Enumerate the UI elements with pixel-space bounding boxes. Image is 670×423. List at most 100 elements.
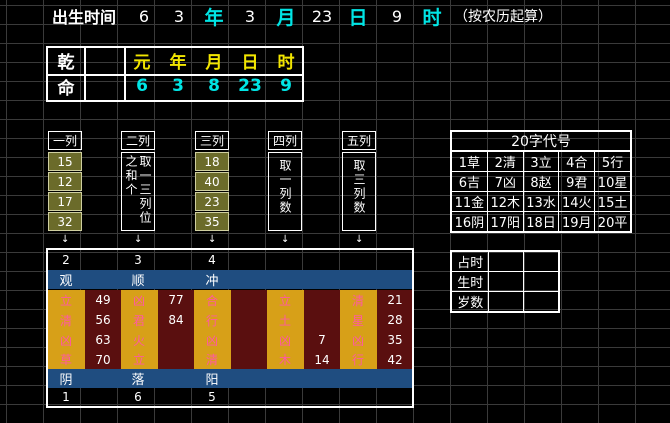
code-cell: 16阴 <box>450 211 488 233</box>
side-table: 占时 生时 岁数 <box>450 250 560 313</box>
col2-text: 取一三列位之和个 <box>124 155 152 225</box>
value-year: 3 <box>172 76 184 96</box>
cell-char: 凶 <box>132 293 145 308</box>
cell-char: 凶 <box>351 333 364 348</box>
birth-time-label: 出生时间 <box>51 8 116 27</box>
bottom-label: 阳 <box>205 373 219 388</box>
side-label: 岁数 <box>450 291 490 313</box>
cell-char: 立 <box>278 293 291 308</box>
hour-input[interactable]: 23 <box>306 5 338 27</box>
cell-char: 土 <box>278 313 291 328</box>
result-grid: 2 3 4 观 顺 冲 立 49 凶 77 合 立 清 21 清 56 君 84… <box>46 248 414 408</box>
value-yuan: 6 <box>136 76 148 96</box>
down-arrow-icon: ↓ <box>208 234 217 245</box>
header-yuan: 元 <box>133 52 151 73</box>
year-value[interactable]: 6 <box>130 5 158 27</box>
value-hour: 9 <box>280 76 292 96</box>
bottom-number: 5 <box>208 390 216 404</box>
code-cell: 20平 <box>594 211 632 233</box>
col5-text: 取三列数 <box>352 159 366 215</box>
cell-char: 立 <box>132 353 145 367</box>
top-label: 顺 <box>131 274 145 289</box>
cell-number: 84 <box>168 313 184 327</box>
code-cell: 19月 <box>558 211 596 233</box>
top-label: 冲 <box>205 274 219 289</box>
code-cell: 11金 <box>450 191 488 212</box>
year-unit: 年 <box>204 6 224 29</box>
col4-box: 取一列数 <box>268 152 302 231</box>
cell-number: 35 <box>387 333 403 347</box>
hour-unit: 时 <box>422 6 442 29</box>
cell-char: 君 <box>132 313 145 328</box>
top-number: 4 <box>208 253 216 267</box>
cell-char: 木 <box>278 353 291 367</box>
side-value[interactable] <box>488 291 525 313</box>
month-unit: 月 <box>276 6 296 29</box>
day-value[interactable]: 3 <box>236 5 264 27</box>
code-cell: 12木 <box>486 191 524 212</box>
cell-char: 凶 <box>205 333 218 348</box>
month-value[interactable]: 3 <box>165 5 193 27</box>
cell-number: 70 <box>95 352 111 367</box>
down-arrow-icon: ↓ <box>355 234 364 245</box>
bottom-label: 阴 <box>59 373 73 388</box>
code-cell: 17阳 <box>486 211 524 233</box>
side-label: 占时 <box>450 250 490 272</box>
col3-value: 35 <box>195 212 229 231</box>
col3-value: 18 <box>195 152 229 171</box>
top-label: 观 <box>59 274 73 289</box>
bottom-number: 6 <box>134 390 142 404</box>
col4-label: 四列 <box>268 131 302 150</box>
cell-char: 火 <box>132 333 145 348</box>
ming-title: 命 <box>57 78 75 99</box>
col1-label: 一列 <box>48 131 82 150</box>
side-value[interactable] <box>488 271 525 292</box>
side-value[interactable] <box>523 271 560 292</box>
code-cell: 7凶 <box>486 171 524 192</box>
header-year: 年 <box>169 52 187 73</box>
cell-number: 63 <box>95 333 111 347</box>
col2-box: 取一三列位之和个 <box>121 152 155 231</box>
code-table-title: 20字代号 <box>450 130 632 150</box>
value-month: 8 <box>208 76 220 96</box>
code-cell: 5行 <box>594 150 632 172</box>
code-cell: 2清 <box>486 150 524 172</box>
lunar-note: （按农历起算） <box>454 9 552 25</box>
code-cell: 15土 <box>594 191 632 212</box>
col1-value: 12 <box>48 172 82 191</box>
col2-label: 二列 <box>121 131 155 150</box>
side-value[interactable] <box>488 250 525 272</box>
code-table: 1草 2清 3立 4合 5行 6吉 7凶 8赵 9君 10星 11金 12木 1… <box>450 150 632 233</box>
cell-char: 草 <box>59 353 72 367</box>
code-cell: 13水 <box>522 191 560 212</box>
cell-number: 14 <box>314 352 330 367</box>
header-hour: 时 <box>277 52 295 73</box>
cell-number: 21 <box>387 293 403 307</box>
side-value[interactable] <box>523 291 560 313</box>
cell-char: 凶 <box>278 333 291 348</box>
value-day: 23 <box>238 76 262 96</box>
top-number: 2 <box>62 253 70 267</box>
down-arrow-icon: ↓ <box>281 234 290 245</box>
bottom-label: 落 <box>131 373 145 388</box>
cell-number: 77 <box>168 293 184 307</box>
cell-number: 56 <box>95 313 111 327</box>
cell-char: 星 <box>351 313 364 328</box>
down-arrow-icon: ↓ <box>61 234 70 245</box>
extra-value[interactable]: 9 <box>383 5 411 27</box>
col1-value: 15 <box>48 152 82 171</box>
col5-label: 五列 <box>342 131 376 150</box>
down-arrow-icon: ↓ <box>134 234 143 245</box>
cell-char: 清 <box>351 293 364 308</box>
header-day: 日 <box>241 52 259 73</box>
side-value[interactable] <box>523 250 560 272</box>
code-cell: 4合 <box>558 150 596 172</box>
cell-char: 清 <box>205 353 218 367</box>
code-cell: 10星 <box>594 171 632 192</box>
code-cell: 18日 <box>522 211 560 233</box>
cell-char: 行 <box>205 313 218 328</box>
col5-box: 取三列数 <box>342 152 376 231</box>
header-month: 月 <box>205 52 223 73</box>
col3-value: 23 <box>195 192 229 211</box>
col1-value: 17 <box>48 192 82 211</box>
